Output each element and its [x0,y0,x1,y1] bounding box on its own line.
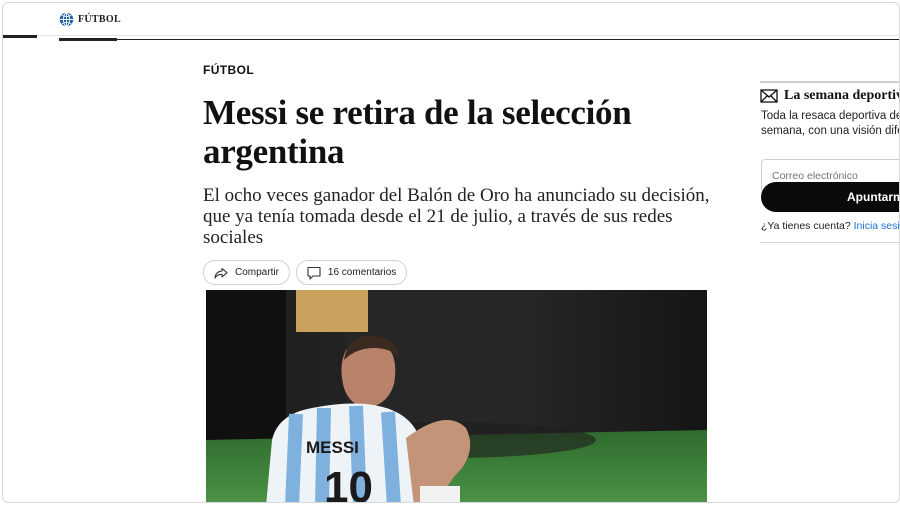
share-label: Compartir [235,267,279,278]
comments-button[interactable]: 16 comentarios [295,260,408,285]
login-prompt-text: ¿Ya tienes cuenta? [761,220,851,232]
article: FÚTBOL Messi se retira de la selección a… [203,63,713,285]
section-label[interactable]: FÚTBOL [203,63,713,77]
hero-image[interactable]: MESSI 10 [206,290,707,503]
header-accent [3,35,37,38]
share-button[interactable]: Compartir [203,260,290,285]
comment-icon [307,266,321,280]
newsletter-desc-line-2: semana, con una visión diferente [761,125,899,137]
header-divider [59,39,899,40]
login-prompt: ¿Ya tienes cuenta? Inicia sesión [761,220,899,232]
site-logo[interactable]: FÚTBOL [59,12,121,27]
newsletter-bottom-rule [760,242,899,243]
article-headline: Messi se retira de la selección argentin… [203,93,632,171]
newsletter-title: La semana deportiva [760,88,900,104]
newsletter-description: Toda la resaca deportiva del fin de sema… [761,109,899,139]
browser-window: FÚTBOL FÚTBOL Messi se retira de la sele… [2,2,900,503]
jersey-number: 10 [324,463,373,503]
comments-label: 16 comentarios [327,267,397,278]
newsletter-top-rule [760,81,899,83]
article-actions: Compartir 16 comentarios [203,260,713,285]
share-icon [214,267,228,279]
newsletter-desc-line-1: Toda la resaca deportiva del fin de [761,110,899,122]
brand-label: FÚTBOL [78,14,121,25]
mail-icon [760,89,778,103]
article-subtitle: El ocho veces ganador del Balón de Oro h… [203,185,710,248]
subscribe-button[interactable]: Apuntarme [761,182,899,212]
globe-icon [59,12,74,27]
header-divider-accent [59,38,117,41]
login-link[interactable]: Inicia sesión [854,220,899,232]
newsletter-title-text: La semana deportiva [784,88,900,103]
hero-photo: MESSI 10 [206,290,707,503]
jersey-name: MESSI [306,438,359,457]
site-header: FÚTBOL [3,3,899,36]
